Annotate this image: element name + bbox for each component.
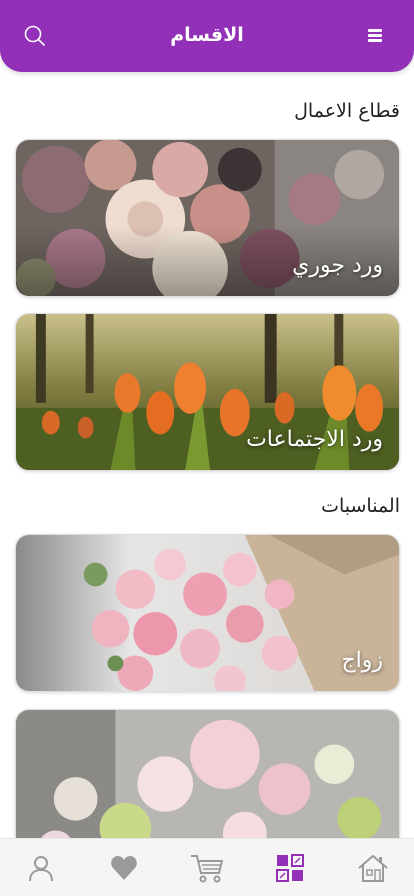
category-card-wedding[interactable]: زواج [15, 534, 400, 692]
home-icon [357, 854, 388, 882]
categories-list[interactable]: قطاع الاعمال ورد جوري ورد الاجتماعات الم… [0, 72, 414, 838]
tab-cart[interactable] [187, 848, 227, 888]
category-card-roses[interactable]: ورد جوري [15, 139, 400, 297]
user-icon [29, 855, 54, 881]
tab-home[interactable] [353, 848, 393, 888]
heart-icon [111, 855, 138, 880]
hamburger-menu-icon [368, 29, 382, 32]
app-header: الاقسام [0, 0, 414, 72]
tab-favorites[interactable] [104, 848, 144, 888]
category-label: زواج [341, 648, 383, 673]
category-card-meeting-flowers[interactable]: ورد الاجتماعات [15, 313, 400, 471]
peonies-bouquet-photo [16, 710, 399, 838]
section-title-business: قطاع الاعمال [294, 100, 400, 122]
hamburger-menu-button[interactable] [368, 27, 386, 45]
category-label: ورد الاجتماعات [246, 427, 383, 452]
tab-profile[interactable] [21, 848, 61, 888]
bottom-tab-bar [0, 838, 414, 896]
page-title: الاقسام [170, 24, 244, 46]
category-card-peonies[interactable] [15, 709, 400, 838]
category-label: ورد جوري [292, 253, 383, 278]
categories-grid-icon [275, 853, 304, 882]
tab-categories[interactable] [270, 848, 310, 888]
section-title-occasions: المناسبات [321, 495, 400, 517]
cart-icon [190, 854, 224, 882]
